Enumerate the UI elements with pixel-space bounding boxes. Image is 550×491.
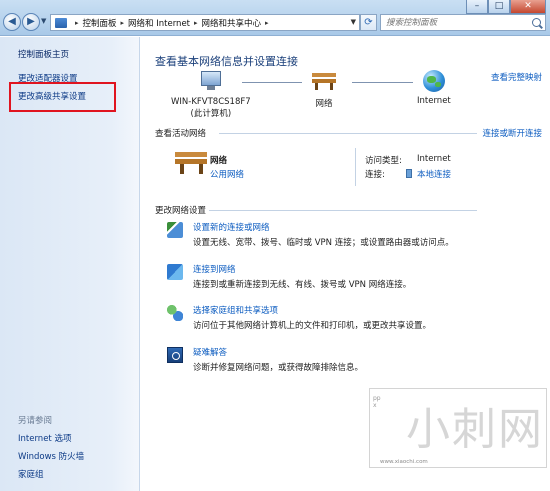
change-settings-heading: 更改网络设置 <box>155 206 207 216</box>
task-title[interactable]: 选择家庭组和共享选项 <box>193 304 278 316</box>
troubleshoot-icon <box>167 347 183 363</box>
computer-sub-label: (此计算机) <box>190 109 232 119</box>
ethernet-plug-icon <box>406 169 412 178</box>
access-type-value: Internet <box>417 154 451 164</box>
computer-icon <box>199 71 223 91</box>
internet-label: Internet <box>417 96 451 106</box>
section-divider <box>209 210 477 211</box>
breadcrumb-network-internet[interactable]: 网络和 Internet <box>128 17 190 29</box>
public-network-bench-icon <box>175 149 207 175</box>
task-description: 访问位于其他网络计算机上的文件和打印机，或更改共享设置。 <box>193 321 432 331</box>
computer-name: WIN-KFVT8CS18F7 <box>171 97 251 107</box>
local-connection-link[interactable]: 本地连接 <box>406 168 451 180</box>
chevron-right-icon[interactable]: ▸ <box>194 19 198 27</box>
breadcrumb-network-sharing-center[interactable]: 网络和共享中心 <box>202 17 262 29</box>
network-setup-icon <box>167 222 183 238</box>
connect-network-icon <box>167 264 183 280</box>
recent-pages-dropdown-icon[interactable]: ▼ <box>41 17 46 25</box>
map-node-network: 网络 <box>311 71 337 109</box>
chevron-right-icon[interactable]: ▸ <box>265 19 269 27</box>
access-type-label: 访问类型: <box>365 156 402 166</box>
windows-firewall-link[interactable]: Windows 防火墙 <box>18 450 84 462</box>
homegroup-link[interactable]: 家庭组 <box>18 468 44 480</box>
connection-label: 连接: <box>365 170 385 180</box>
active-networks-heading: 查看活动网络 <box>155 129 207 139</box>
window-controls: – □ ✕ <box>466 0 546 14</box>
chevron-right-icon[interactable]: ▸ <box>121 19 125 27</box>
homegroup-icon <box>167 305 183 321</box>
map-connector-line <box>242 82 302 83</box>
task-description: 诊断并修复网络问题，或获得故障排除信息。 <box>193 363 364 373</box>
map-connector-line <box>352 82 413 83</box>
watermark-side-text: ppx <box>373 395 381 409</box>
task-title[interactable]: 疑难解答 <box>193 346 227 358</box>
search-icon[interactable] <box>532 18 541 27</box>
task-description: 设置无线、宽带、拨号、临时或 VPN 连接；或设置路由器或访问点。 <box>193 238 454 248</box>
site-watermark: ppx 小刺网 www.xiaochi.com <box>369 388 547 468</box>
task-description: 连接到或重新连接到无线、有线、拨号或 VPN 网络连接。 <box>193 280 412 290</box>
search-box[interactable] <box>380 14 546 31</box>
address-bar[interactable]: ▸ 控制面板 ▸ 网络和 Internet ▸ 网络和共享中心 ▸ ▼ <box>50 14 360 31</box>
internet-options-link[interactable]: Internet 选项 <box>18 432 71 444</box>
highlight-annotation-box <box>9 82 116 112</box>
map-node-internet: Internet <box>417 70 451 106</box>
control-panel-home-link[interactable]: 控制面板主页 <box>18 48 69 60</box>
local-connection-label[interactable]: 本地连接 <box>417 170 451 180</box>
minimize-button[interactable]: – <box>466 0 488 14</box>
search-input[interactable] <box>381 15 521 30</box>
section-divider <box>219 133 477 134</box>
chevron-right-icon[interactable]: ▸ <box>75 19 79 27</box>
breadcrumb-control-panel[interactable]: 控制面板 <box>83 17 117 29</box>
refresh-button[interactable]: ⟳ <box>360 14 377 31</box>
map-node-computer: WIN-KFVT8CS18F7 (此计算机) <box>171 71 251 119</box>
bench-network-icon <box>311 71 337 91</box>
see-also-heading: 另请参阅 <box>18 416 53 426</box>
watermark-text: 小刺网 <box>406 404 544 455</box>
forward-button[interactable]: ▶ <box>22 13 40 31</box>
task-title[interactable]: 连接到网络 <box>193 263 236 275</box>
vertical-divider <box>355 148 356 186</box>
address-dropdown-icon[interactable]: ▼ <box>351 18 356 26</box>
task-title[interactable]: 设置新的连接或网络 <box>193 221 270 233</box>
connect-disconnect-link[interactable]: 连接或断开连接 <box>482 127 542 139</box>
maximize-button[interactable]: □ <box>488 0 510 14</box>
control-panel-icon <box>55 17 67 28</box>
network-type-link[interactable]: 公用网络 <box>210 168 244 180</box>
back-button[interactable]: ◀ <box>3 13 21 31</box>
title-bar: – □ ✕ ◀ ▶ ▼ ▸ 控制面板 ▸ 网络和 Internet ▸ 网络和共… <box>0 0 550 36</box>
active-network-name: 网络 <box>210 156 228 166</box>
close-button[interactable]: ✕ <box>510 0 546 14</box>
watermark-url: www.xiaochi.com <box>380 459 428 465</box>
network-label: 网络 <box>315 99 333 109</box>
view-full-map-link[interactable]: 查看完整映射 <box>491 71 542 83</box>
left-pane: 控制面板主页 更改适配器设置 更改高级共享设置 另请参阅 Internet 选项… <box>0 37 140 491</box>
globe-icon <box>422 70 445 92</box>
page-title: 查看基本网络信息并设置连接 <box>155 55 298 68</box>
